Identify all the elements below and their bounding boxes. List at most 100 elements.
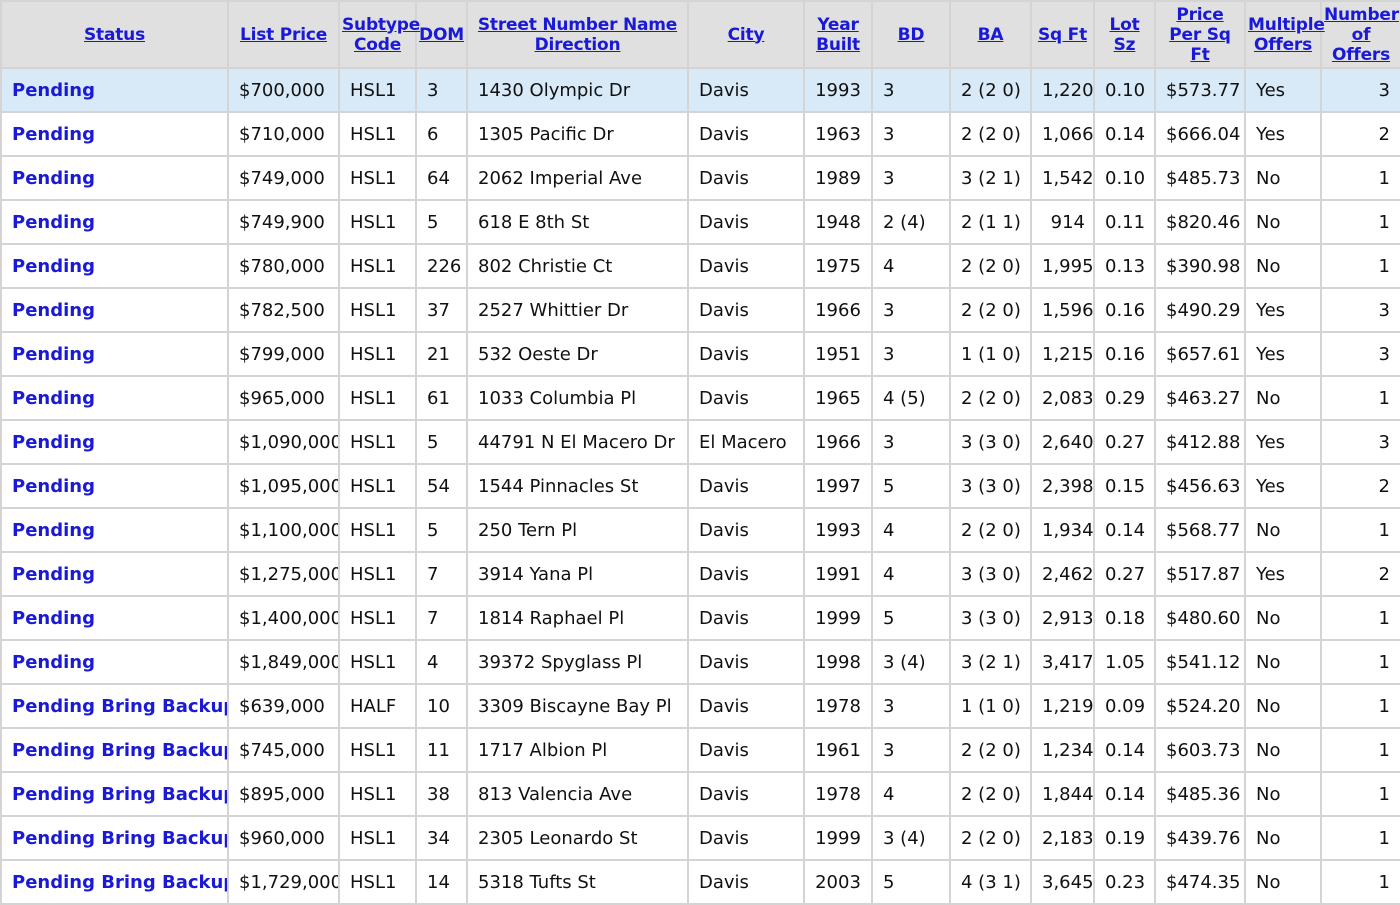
table-row[interactable]: Pending Bring Backup $895,000 HSL1 38 813 Va… <box>0 771 1400 817</box>
status-cell[interactable]: Pending <box>0 595 229 641</box>
ba-cell: 2 (2 0) <box>949 243 1032 289</box>
status-cell[interactable]: Pending <box>0 199 229 245</box>
column-header-city[interactable]: City <box>687 0 805 69</box>
sq-ft-cell: 1,234 <box>1030 727 1095 773</box>
status-cell[interactable]: Pending <box>0 243 229 289</box>
lot-size-cell: 0.27 <box>1093 551 1156 597</box>
sq-ft-cell: 2,462 <box>1030 551 1095 597</box>
table-row[interactable]: Pending $1,100,000 HSL1 5 250 Tern Pl Davis 19… <box>0 507 1400 553</box>
number-of-offers-cell: 3 <box>1320 419 1400 465</box>
sq-ft-cell: 1,995 <box>1030 243 1095 289</box>
table-row[interactable]: Pending $1,849,000 HSL1 4 39372 Spyglass Pl D… <box>0 639 1400 685</box>
status-cell[interactable]: Pending Bring Backup <box>0 771 229 817</box>
bd-cell: 5 <box>871 595 951 641</box>
bd-cell: 3 <box>871 727 951 773</box>
listings-table: Status List Price Subtype Code DOM Stree… <box>0 0 1400 905</box>
ba-cell: 2 (2 0) <box>949 287 1032 333</box>
column-header-bd[interactable]: BD <box>871 0 951 69</box>
city-cell: El Macero <box>687 419 805 465</box>
number-of-offers-cell: 1 <box>1320 375 1400 421</box>
column-header-multiple-offers[interactable]: Multiple Offers <box>1244 0 1325 69</box>
status-cell[interactable]: Pending <box>0 463 229 509</box>
table-row[interactable]: Pending $780,000 HSL1 226 802 Christie Ct Dav… <box>0 243 1400 289</box>
column-header-dom[interactable]: DOM <box>415 0 468 69</box>
column-header-number-of-offers[interactable]: Number of Offers <box>1320 0 1400 69</box>
subtype-cell: HSL1 <box>338 727 417 773</box>
status-cell[interactable]: Pending Bring Backup <box>0 727 229 773</box>
table-row[interactable]: Pending $782,500 HSL1 37 2527 Whittier Dr Dav… <box>0 287 1400 333</box>
subtype-cell: HSL1 <box>338 507 417 553</box>
ba-cell: 2 (2 0) <box>949 815 1032 861</box>
column-header-street[interactable]: Street Number Name Direction <box>466 0 689 69</box>
column-header-list-price[interactable]: List Price <box>227 0 340 69</box>
table-row[interactable]: Pending $799,000 HSL1 21 532 Oeste Dr Davis 19… <box>0 331 1400 377</box>
dom-cell: 226 <box>415 243 468 289</box>
year-built-cell: 1997 <box>803 463 873 509</box>
lot-size-cell: 0.14 <box>1093 727 1156 773</box>
table-row[interactable]: Pending Bring Backup $960,000 HSL1 34 2305 L… <box>0 815 1400 861</box>
multiple-offers-cell: Yes <box>1244 111 1322 157</box>
column-header-sq-ft[interactable]: Sq Ft <box>1030 0 1095 69</box>
year-built-cell: 1993 <box>803 67 873 113</box>
list-price-cell: $710,000 <box>227 111 340 157</box>
number-of-offers-cell: 2 <box>1320 551 1400 597</box>
column-header-lot-size[interactable]: Lot Sz <box>1093 0 1156 69</box>
table-row[interactable]: Pending $965,000 HSL1 61 1033 Columbia Pl Dav… <box>0 375 1400 421</box>
street-cell: 813 Valencia Ave <box>466 771 689 817</box>
status-cell[interactable]: Pending <box>0 67 229 113</box>
lot-size-cell: 0.13 <box>1093 243 1156 289</box>
status-cell[interactable]: Pending <box>0 287 229 333</box>
list-price-cell: $749,900 <box>227 199 340 245</box>
status-cell[interactable]: Pending Bring Backup <box>0 815 229 861</box>
city-cell: Davis <box>687 507 805 553</box>
subtype-cell: HALF <box>338 683 417 729</box>
column-header-subtype-code[interactable]: Subtype Code <box>338 0 420 69</box>
status-cell[interactable]: Pending Bring Backup <box>0 859 229 905</box>
column-header-price-per-sq-ft[interactable]: Price Per Sq Ft <box>1154 0 1246 69</box>
price-per-sq-ft-cell: $412.88 <box>1154 419 1246 465</box>
table-row[interactable]: Pending $1,275,000 HSL1 7 3914 Yana Pl Davis 1… <box>0 551 1400 597</box>
year-built-cell: 2003 <box>803 859 873 905</box>
bd-cell: 5 <box>871 463 951 509</box>
street-cell: 2305 Leonardo St <box>466 815 689 861</box>
bd-cell: 3 <box>871 111 951 157</box>
dom-cell: 14 <box>415 859 468 905</box>
city-cell: Davis <box>687 815 805 861</box>
column-header-year-built[interactable]: Year Built <box>803 0 873 69</box>
status-cell[interactable]: Pending <box>0 551 229 597</box>
dom-cell: 6 <box>415 111 468 157</box>
bd-cell: 3 (4) <box>871 815 951 861</box>
bd-cell: 4 <box>871 507 951 553</box>
status-cell[interactable]: Pending <box>0 639 229 685</box>
multiple-offers-cell: No <box>1244 199 1322 245</box>
table-row[interactable]: Pending $749,900 HSL1 5 618 E 8th St Davis 194… <box>0 199 1400 245</box>
status-cell[interactable]: Pending <box>0 155 229 201</box>
table-row[interactable]: Pending Bring Backup $745,000 HSL1 11 1717 A… <box>0 727 1400 773</box>
table-row[interactable]: Pending $1,090,000 HSL1 5 44791 N El Macero … <box>0 419 1400 465</box>
lot-size-cell: 0.18 <box>1093 595 1156 641</box>
subtype-cell: HSL1 <box>338 419 417 465</box>
status-cell[interactable]: Pending <box>0 419 229 465</box>
column-header-ba[interactable]: BA <box>949 0 1032 69</box>
sq-ft-cell: 2,183 <box>1030 815 1095 861</box>
table-row[interactable]: Pending Bring Backup $639,000 HALF 10 3309 B… <box>0 683 1400 729</box>
street-cell: 802 Christie Ct <box>466 243 689 289</box>
bd-cell: 3 (4) <box>871 639 951 685</box>
table-row[interactable]: Pending Bring Backup $1,729,000 HSL1 14 5318… <box>0 859 1400 905</box>
status-cell[interactable]: Pending <box>0 111 229 157</box>
dom-cell: 5 <box>415 507 468 553</box>
status-cell[interactable]: Pending <box>0 507 229 553</box>
sq-ft-cell: 1,844 <box>1030 771 1095 817</box>
table-row[interactable]: Pending $749,000 HSL1 64 2062 Imperial Ave Da… <box>0 155 1400 201</box>
status-cell[interactable]: Pending Bring Backup <box>0 683 229 729</box>
subtype-cell: HSL1 <box>338 771 417 817</box>
table-row[interactable]: Pending $710,000 HSL1 6 1305 Pacific Dr Davis… <box>0 111 1400 157</box>
column-header-status[interactable]: Status <box>0 0 229 69</box>
ba-cell: 2 (1 1) <box>949 199 1032 245</box>
status-cell[interactable]: Pending <box>0 375 229 421</box>
table-row[interactable]: Pending $700,000 HSL1 3 1430 Olympic Dr Davis… <box>0 67 1400 113</box>
ba-cell: 2 (2 0) <box>949 67 1032 113</box>
table-row[interactable]: Pending $1,400,000 HSL1 7 1814 Raphael Pl Dav… <box>0 595 1400 641</box>
status-cell[interactable]: Pending <box>0 331 229 377</box>
table-row[interactable]: Pending $1,095,000 HSL1 54 1544 Pinnacles St… <box>0 463 1400 509</box>
